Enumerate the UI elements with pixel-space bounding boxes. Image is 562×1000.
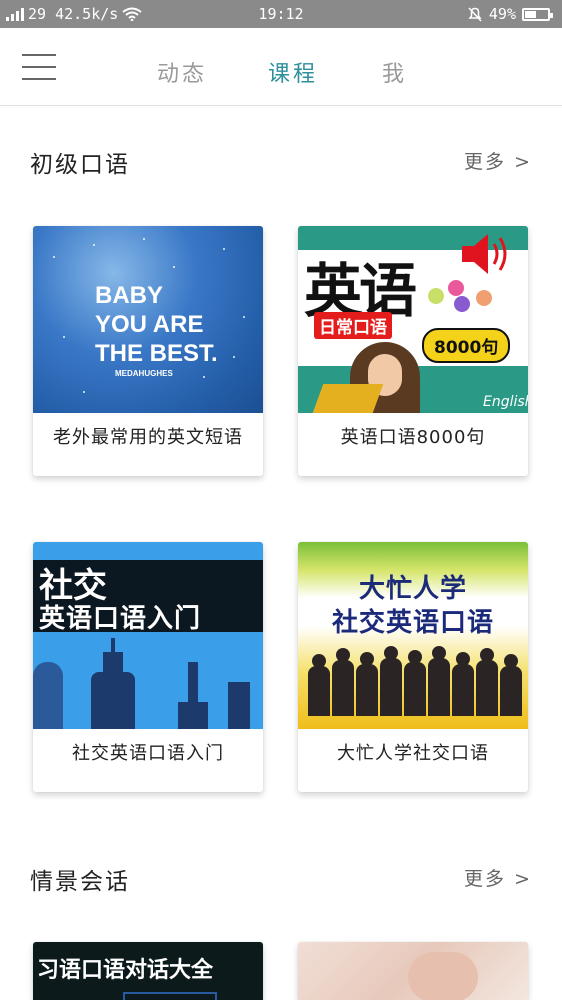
battery-percent: 49% bbox=[488, 5, 516, 23]
battery-icon bbox=[522, 7, 553, 21]
section-title: 初级口语 bbox=[30, 152, 130, 178]
more-link[interactable]: 更多 > bbox=[464, 147, 532, 174]
course-cover-image: 大忙人学 社交英语口语 bbox=[298, 542, 528, 729]
tab-wo[interactable]: 我 bbox=[382, 56, 407, 88]
section-title: 情景会话 bbox=[30, 869, 130, 895]
section-header-beginner: 初级口语 更多 > bbox=[0, 145, 562, 185]
menu-button[interactable] bbox=[22, 54, 56, 80]
course-title: 社交英语口语入门 bbox=[72, 743, 224, 764]
course-cover-image: 社交 英语口语入门 bbox=[33, 542, 263, 729]
course-title: 老外最常用的英文短语 bbox=[53, 427, 243, 448]
hamburger-icon bbox=[22, 54, 56, 56]
mute-bell-icon bbox=[468, 7, 482, 22]
tab-kecheng[interactable]: 课程 bbox=[268, 56, 318, 88]
course-card[interactable]: 社交 英语口语入门 社交英语口语入门 bbox=[33, 542, 263, 792]
course-cover-image bbox=[298, 942, 528, 1000]
status-bar: 29 42.5k/s 19:12 49% bbox=[0, 0, 562, 28]
course-card[interactable]: BABY YOU ARE THE BEST. MEDAHUGHES 老外最常用的… bbox=[33, 226, 263, 476]
cover-subtext: MEDAHUGHES bbox=[115, 369, 173, 378]
course-title: 英语口语8000句 bbox=[340, 427, 486, 448]
tab-dongtai[interactable]: 动态 bbox=[157, 56, 207, 88]
course-card[interactable] bbox=[298, 942, 528, 1000]
course-cover-image: BABY YOU ARE THE BEST. MEDAHUGHES bbox=[33, 226, 263, 413]
top-navigation: 动态 课程 我 bbox=[0, 28, 562, 106]
course-title: 大忙人学社交口语 bbox=[337, 743, 489, 764]
course-card[interactable]: 英语 日常口语 8000句 English 英语口语8000句 bbox=[298, 226, 528, 476]
more-link[interactable]: 更多 > bbox=[464, 864, 532, 891]
section-header-situational: 情景会话 更多 > bbox=[0, 862, 562, 902]
course-card[interactable]: 习语口语对话大全 bbox=[33, 942, 263, 1000]
cover-text: BABY YOU ARE THE BEST. bbox=[95, 282, 218, 367]
speaker-icon bbox=[462, 234, 507, 274]
course-cover-image: 英语 日常口语 8000句 English bbox=[298, 226, 528, 413]
status-right: 49% bbox=[467, 5, 553, 23]
course-card[interactable]: 大忙人学 社交英语口语 大忙人学社交口语 bbox=[298, 542, 528, 792]
course-cover-image: 习语口语对话大全 bbox=[33, 942, 263, 1000]
